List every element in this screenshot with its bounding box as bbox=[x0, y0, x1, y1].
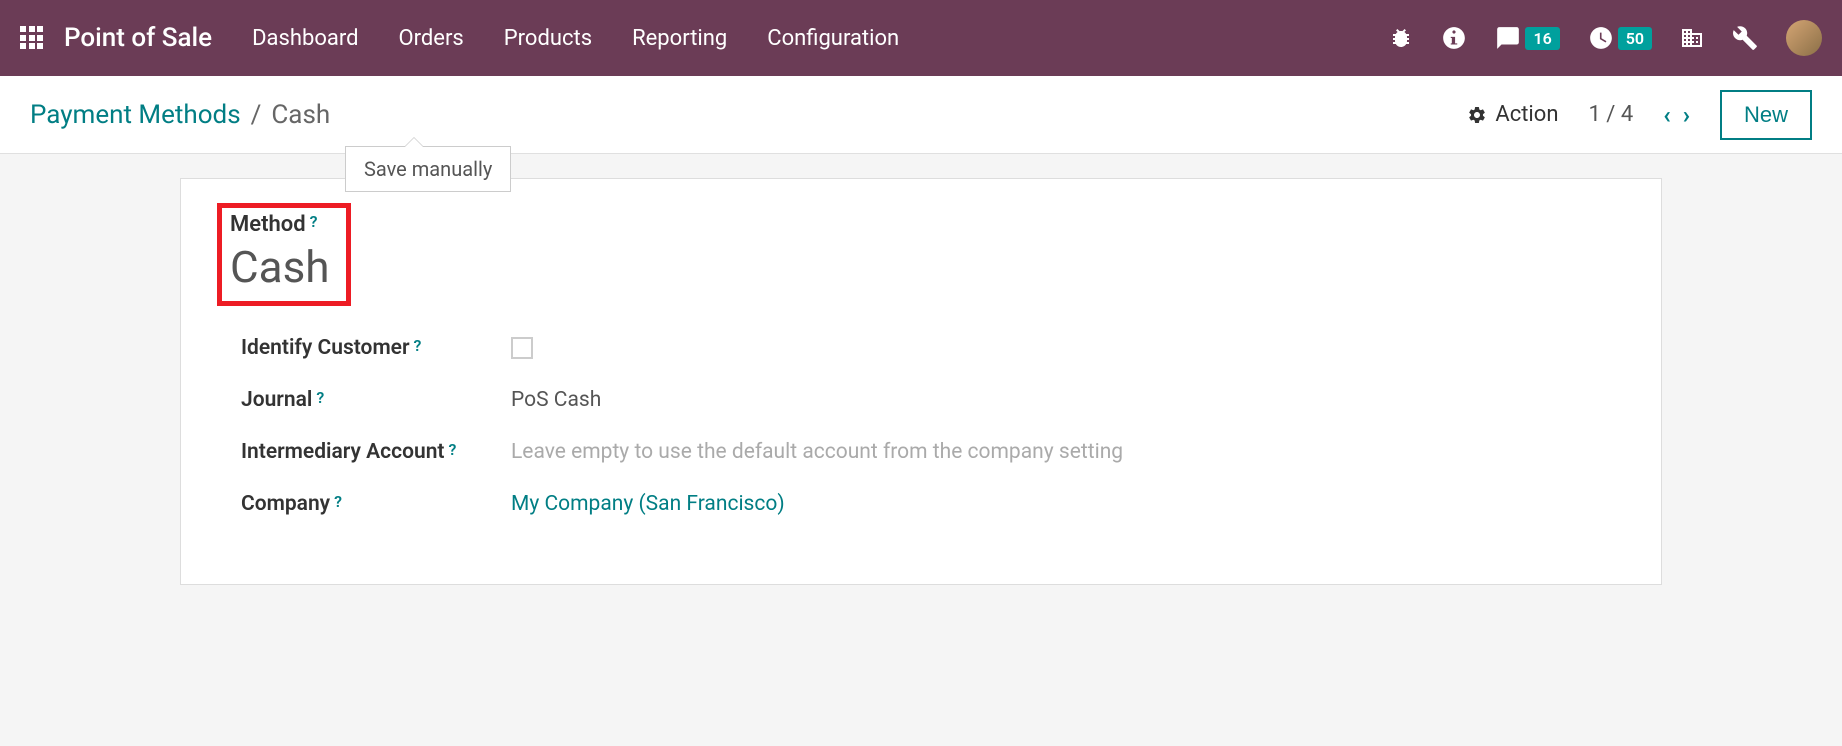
breadcrumb: Payment Methods / Cash bbox=[30, 100, 330, 130]
row-identify-customer: Identify Customer ? bbox=[241, 336, 1625, 360]
help-icon[interactable]: ? bbox=[310, 212, 318, 231]
new-button[interactable]: New bbox=[1720, 90, 1812, 140]
activities-icon[interactable]: 50 bbox=[1588, 25, 1652, 51]
help-icon[interactable]: ? bbox=[414, 336, 422, 355]
breadcrumb-parent[interactable]: Payment Methods bbox=[30, 100, 241, 130]
intermediary-field[interactable]: Leave empty to use the default account f… bbox=[511, 440, 1123, 464]
tools-icon[interactable] bbox=[1732, 25, 1758, 51]
user-avatar[interactable] bbox=[1786, 20, 1822, 56]
messages-icon[interactable]: 16 bbox=[1495, 25, 1559, 51]
pager: 1 / 4 bbox=[1588, 102, 1633, 127]
breadcrumb-current: Cash bbox=[271, 100, 330, 130]
company-label: Company ? bbox=[241, 492, 511, 516]
bug-icon[interactable] bbox=[1389, 26, 1413, 50]
action-button[interactable]: Action bbox=[1467, 102, 1558, 127]
app-title: Point of Sale bbox=[64, 23, 212, 53]
intermediary-label: Intermediary Account ? bbox=[241, 440, 511, 464]
timer-icon[interactable] bbox=[1441, 25, 1467, 51]
messages-badge: 16 bbox=[1525, 27, 1559, 50]
sub-header: Payment Methods / Cash Save manually Act… bbox=[0, 76, 1842, 154]
row-intermediary: Intermediary Account ? Leave empty to us… bbox=[241, 440, 1625, 464]
nav-reporting[interactable]: Reporting bbox=[632, 26, 727, 51]
top-navbar: Point of Sale Dashboard Orders Products … bbox=[0, 0, 1842, 76]
form-fields: Identify Customer ? Journal ? PoS Cash I… bbox=[241, 336, 1625, 516]
nav-links: Dashboard Orders Products Reporting Conf… bbox=[252, 26, 1389, 51]
sub-actions: Action 1 / 4 ‹ › New bbox=[1467, 90, 1812, 140]
nav-dashboard[interactable]: Dashboard bbox=[252, 26, 358, 51]
pager-next[interactable]: › bbox=[1683, 101, 1690, 129]
company-value[interactable]: My Company (San Francisco) bbox=[511, 492, 785, 516]
nav-orders[interactable]: Orders bbox=[399, 26, 464, 51]
pager-arrows: ‹ › bbox=[1663, 101, 1690, 129]
building-icon[interactable] bbox=[1680, 26, 1704, 50]
identify-customer-checkbox[interactable] bbox=[511, 337, 533, 359]
activities-badge: 50 bbox=[1618, 27, 1652, 50]
row-journal: Journal ? PoS Cash bbox=[241, 388, 1625, 412]
pager-prev[interactable]: ‹ bbox=[1663, 101, 1671, 129]
content-area: Method ? Cash Identify Customer ? Journa… bbox=[0, 154, 1842, 609]
nav-configuration[interactable]: Configuration bbox=[767, 26, 899, 51]
save-tooltip: Save manually bbox=[345, 146, 511, 192]
journal-value[interactable]: PoS Cash bbox=[511, 388, 601, 412]
apps-menu-icon[interactable] bbox=[20, 26, 44, 50]
method-value[interactable]: Cash bbox=[230, 241, 330, 293]
nav-products[interactable]: Products bbox=[504, 26, 592, 51]
journal-label: Journal ? bbox=[241, 388, 511, 412]
action-label: Action bbox=[1495, 102, 1558, 127]
method-label: Method ? bbox=[230, 212, 330, 237]
help-icon[interactable]: ? bbox=[316, 388, 324, 407]
row-company: Company ? My Company (San Francisco) bbox=[241, 492, 1625, 516]
method-highlight: Method ? Cash bbox=[217, 203, 351, 306]
help-icon[interactable]: ? bbox=[448, 440, 456, 459]
gear-icon bbox=[1467, 105, 1487, 125]
identify-customer-label: Identify Customer ? bbox=[241, 336, 511, 360]
help-icon[interactable]: ? bbox=[334, 492, 342, 511]
breadcrumb-separator: / bbox=[251, 100, 262, 130]
form-card: Method ? Cash Identify Customer ? Journa… bbox=[180, 178, 1662, 585]
nav-icons: 16 50 bbox=[1389, 20, 1822, 56]
